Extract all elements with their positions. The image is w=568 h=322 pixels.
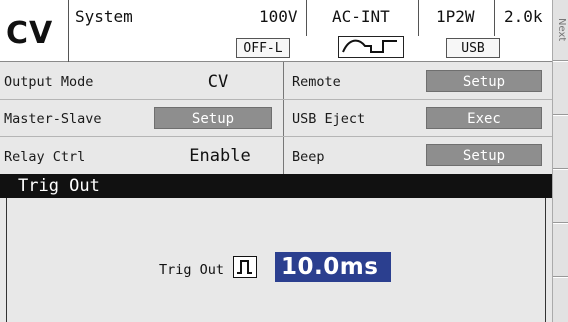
settings-row: Master-Slave Setup USB Eject Exec <box>0 99 552 136</box>
pulse-icon <box>233 256 257 278</box>
beep-label: Beep <box>292 149 325 165</box>
remote-setup-button[interactable]: Setup <box>426 70 542 92</box>
header-divider <box>418 0 419 36</box>
trig-out-label: Trig Out <box>159 262 225 278</box>
remote-label: Remote <box>292 74 341 90</box>
trig-out-time-field[interactable]: 10.0ms <box>275 252 391 282</box>
settings-grid: Output Mode CV Remote Setup Master-Slave… <box>0 62 552 174</box>
usb-eject-label: USB Eject <box>292 111 366 127</box>
instrument-screen: CV System 100V AC-INT 1P2W 2.0k OFF-L US… <box>0 0 568 322</box>
master-slave-setup-button[interactable]: Setup <box>154 107 272 129</box>
header-divider <box>306 0 307 36</box>
softkey-divider <box>553 114 568 116</box>
output-mode-label: Output Mode <box>4 74 94 90</box>
output-mode-value[interactable]: CV <box>178 72 258 92</box>
signal-source-indicator: AC-INT <box>332 7 390 26</box>
header-divider <box>494 0 495 36</box>
wiring-indicator: 1P2W <box>436 7 475 26</box>
relay-ctrl-value[interactable]: Enable <box>170 146 270 166</box>
output-mode-indicator: CV <box>6 16 54 51</box>
beep-setup-button[interactable]: Setup <box>426 144 542 166</box>
status-header: CV System 100V AC-INT 1P2W 2.0k OFF-L US… <box>0 0 552 62</box>
softkey-bar: Next <box>552 0 568 322</box>
usb-eject-exec-button[interactable]: Exec <box>426 107 542 129</box>
interface-badge: USB <box>446 38 500 58</box>
voltage-range-indicator: 100V <box>259 7 298 26</box>
frequency-indicator: 2.0k <box>504 7 543 26</box>
header-divider <box>68 0 69 62</box>
softkey-divider <box>553 222 568 224</box>
trig-out-panel: Trig Out 10.0ms <box>6 198 546 322</box>
output-state-badge: OFF-L <box>236 38 290 58</box>
master-slave-label: Master-Slave <box>4 111 102 127</box>
settings-row: Output Mode CV Remote Setup <box>0 62 552 99</box>
next-softkey[interactable]: Next <box>554 6 568 54</box>
ac-wave-icon <box>338 36 404 58</box>
system-menu-title: System <box>75 7 133 26</box>
settings-row: Relay Ctrl Enable Beep Setup <box>0 136 552 173</box>
panel-title: Trig Out <box>0 174 552 198</box>
relay-ctrl-label: Relay Ctrl <box>4 149 86 165</box>
softkey-divider <box>553 168 568 170</box>
softkey-divider <box>553 60 568 62</box>
softkey-divider <box>553 276 568 278</box>
